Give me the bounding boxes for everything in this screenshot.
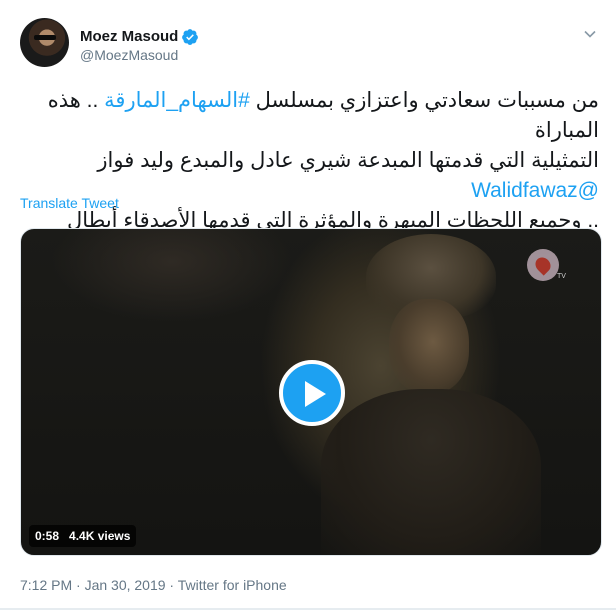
avatar[interactable] [20, 18, 69, 67]
channel-logo-text: TV [557, 273, 566, 280]
author-handle[interactable]: @MoezMasoud [80, 47, 178, 63]
channel-logo-icon [527, 249, 559, 281]
tweet-meta[interactable]: 7:12 PM · Jan 30, 2019 · Twitter for iPh… [20, 577, 287, 593]
video-duration: 0:58 [35, 529, 60, 543]
mention-link[interactable]: @Walidfawaz [471, 179, 599, 202]
video-stats-badge: 0:58 4.4K views [29, 525, 137, 547]
verified-badge-icon [182, 29, 198, 45]
author-name[interactable]: Moez Masoud [80, 28, 178, 45]
video-player[interactable]: TV 0:58 4.4K views [20, 228, 602, 556]
tweet-text-segment: التمثيلية التي قدمتها المبدعة شيري عادل … [97, 149, 599, 172]
video-frame-figure-face [389, 299, 469, 394]
translate-tweet-link[interactable]: Translate Tweet [20, 195, 119, 211]
sunglasses [34, 35, 56, 40]
tweet-text-segment: من مسببات سعادتي واعتزازي بمسلسل [249, 89, 599, 112]
play-icon [305, 381, 326, 407]
video-frame-figure-body [321, 389, 541, 555]
play-button[interactable] [279, 360, 345, 426]
hashtag-link[interactable]: #السهام_المارقة [104, 89, 250, 112]
chevron-down-icon[interactable] [582, 26, 598, 42]
tweet-line-1: من مسببات سعادتي واعتزازي بمسلسل #السهام… [20, 86, 599, 146]
video-views: 4.4K views [69, 529, 131, 543]
